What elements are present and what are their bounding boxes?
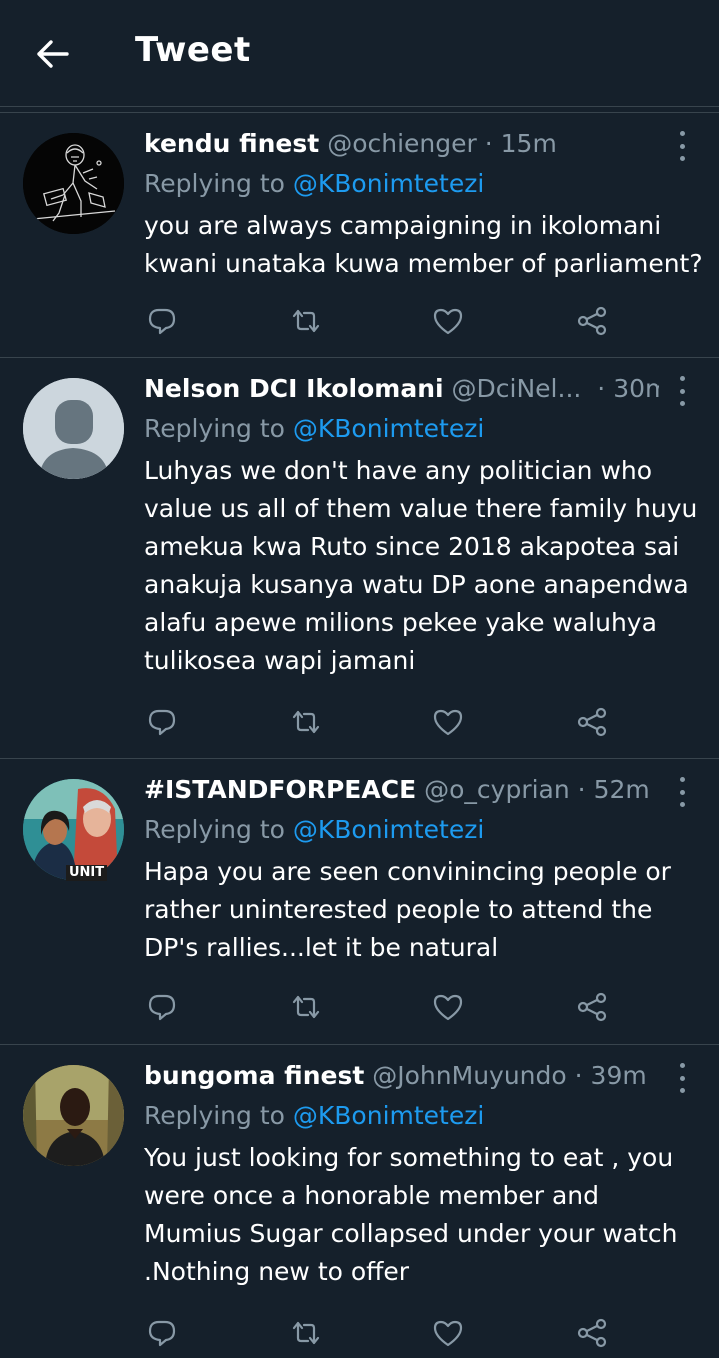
username[interactable]: @o_cyprian [424, 775, 570, 804]
more-options-button[interactable] [671, 1063, 693, 1093]
dark-sketch-avatar [23, 133, 124, 234]
timestamp[interactable]: 39m [591, 1061, 647, 1090]
display-name[interactable]: kendu finest [144, 129, 319, 158]
retweet-button[interactable] [286, 987, 326, 1027]
reply-button[interactable] [142, 301, 182, 341]
replying-prefix: Replying to [144, 414, 293, 443]
mention-link[interactable]: @KBonimtetezi [293, 1101, 484, 1130]
share-button[interactable] [572, 702, 612, 742]
display-name[interactable]: bungoma finest [144, 1061, 364, 1090]
more-options-button[interactable] [671, 777, 693, 807]
tweet-card[interactable]: UNIT #ISTANDFORPEACE @o_cyprian · 52m Re… [0, 759, 719, 1045]
share-icon [576, 992, 608, 1022]
reply-icon [147, 1318, 177, 1348]
username[interactable]: @JohnMuyundo [372, 1061, 566, 1090]
user-avatar[interactable] [23, 133, 124, 234]
like-button[interactable] [428, 301, 468, 341]
retweet-button[interactable] [286, 1313, 326, 1353]
avatar-badge: UNIT [66, 865, 108, 881]
separator-dot: · [597, 374, 606, 403]
retweet-icon [289, 306, 323, 336]
timestamp[interactable]: 30m [613, 374, 659, 403]
like-icon [432, 992, 464, 1022]
share-icon [576, 1318, 608, 1348]
photo-portrait-avatar [23, 1065, 124, 1166]
retweet-button[interactable] [286, 702, 326, 742]
replying-to: Replying to @KBonimtetezi [144, 813, 484, 847]
more-dots-icon [679, 376, 685, 381]
tweet-header: #ISTANDFORPEACE @o_cyprian · 52m [144, 773, 659, 807]
like-button[interactable] [428, 1313, 468, 1353]
like-icon [432, 306, 464, 336]
like-button[interactable] [428, 987, 468, 1027]
retweet-icon [289, 707, 323, 737]
mention-link[interactable]: @KBonimtetezi [293, 815, 484, 844]
more-dots-icon [679, 131, 685, 136]
replying-prefix: Replying to [144, 1101, 293, 1130]
reply-icon [147, 306, 177, 336]
share-button[interactable] [572, 987, 612, 1027]
like-icon [432, 707, 464, 737]
timestamp[interactable]: 15m [501, 129, 557, 158]
separator-dot: · [577, 775, 586, 804]
tweet-header: kendu finest @ochienger · 15m [144, 127, 659, 161]
more-dots-icon [679, 777, 685, 782]
user-avatar[interactable] [23, 1065, 124, 1166]
tweet-text: You just looking for something to eat , … [144, 1143, 678, 1286]
username[interactable]: @DciNel... [452, 374, 582, 403]
user-avatar[interactable] [23, 378, 124, 479]
display-name[interactable]: Nelson DCI Ikolomani [144, 374, 444, 403]
like-icon [432, 1318, 464, 1348]
replying-prefix: Replying to [144, 815, 293, 844]
share-icon [576, 707, 608, 737]
like-button[interactable] [428, 702, 468, 742]
reply-icon [147, 992, 177, 1022]
replying-to: Replying to @KBonimtetezi [144, 412, 484, 446]
tweet-text: Luhyas we don't have any politician who … [144, 456, 698, 675]
tweet-card[interactable]: bungoma finest @JohnMuyundo · 39m Replyi… [0, 1045, 719, 1358]
action-bar [0, 987, 719, 1027]
mention-link[interactable]: @KBonimtetezi [293, 414, 484, 443]
reply-button[interactable] [142, 702, 182, 742]
tweet-header: Nelson DCI Ikolomani @DciNel... · 30m [144, 372, 659, 406]
retweet-icon [289, 1318, 323, 1348]
tweet-card[interactable]: Nelson DCI Ikolomani @DciNel... · 30m Re… [0, 358, 719, 759]
back-arrow-icon [37, 40, 69, 68]
tweet-header: bungoma finest @JohnMuyundo · 39m [144, 1059, 659, 1093]
replying-to: Replying to @KBonimtetezi [144, 167, 484, 201]
action-bar [0, 301, 719, 341]
action-bar [0, 702, 719, 742]
share-icon [576, 306, 608, 336]
page-title: Tweet [135, 30, 251, 70]
tweet-text: Hapa you are seen convinincing people or… [144, 857, 671, 962]
more-options-button[interactable] [671, 131, 693, 161]
tweet-text: you are always campaigning in ikolomani … [144, 211, 703, 278]
back-button[interactable] [32, 34, 72, 74]
more-options-button[interactable] [671, 376, 693, 406]
top-bar: Tweet [0, 0, 719, 107]
username[interactable]: @ochienger [327, 129, 477, 158]
share-button[interactable] [572, 1313, 612, 1353]
default-profile-avatar [23, 378, 124, 479]
tweet-card[interactable]: kendu finest @ochienger · 15m Replying t… [0, 113, 719, 358]
action-bar [0, 1313, 719, 1353]
reply-icon [147, 707, 177, 737]
retweet-button[interactable] [286, 301, 326, 341]
retweet-icon [289, 992, 323, 1022]
timestamp[interactable]: 52m [594, 775, 650, 804]
display-name[interactable]: #ISTANDFORPEACE [144, 775, 416, 804]
share-button[interactable] [572, 301, 612, 341]
replying-to: Replying to @KBonimtetezi [144, 1099, 484, 1133]
reply-button[interactable] [142, 1313, 182, 1353]
mention-link[interactable]: @KBonimtetezi [293, 169, 484, 198]
separator-dot: · [574, 1061, 583, 1090]
reply-button[interactable] [142, 987, 182, 1027]
more-dots-icon [679, 1063, 685, 1068]
separator-dot: · [484, 129, 493, 158]
replying-prefix: Replying to [144, 169, 293, 198]
